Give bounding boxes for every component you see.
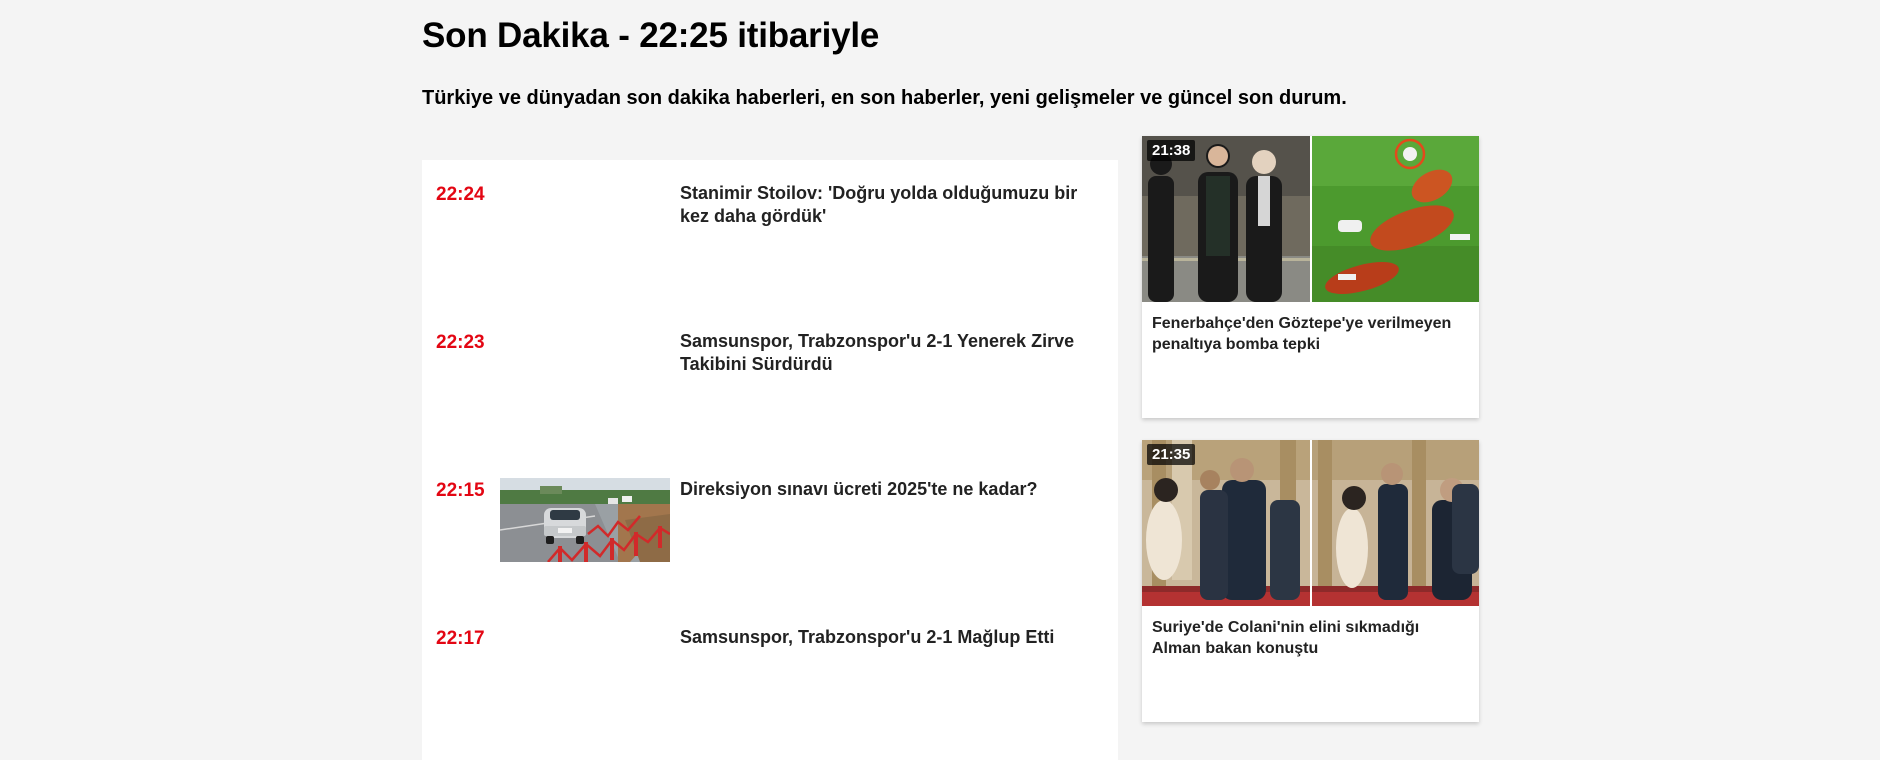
news-item[interactable]: 22:15 Direksiyon sınavı ücreti 2025'te n… (422, 456, 1118, 596)
side-news-card[interactable]: 21:38 Fenerbahçe'den Göztepe'ye verilmey… (1142, 136, 1479, 418)
card-time: 21:38 (1147, 140, 1196, 161)
page-title: Son Dakika - 22:25 itibariyle (422, 16, 880, 55)
news-headline[interactable]: Samsunspor, Trabzonspor'u 2-1 Yenerek Zi… (680, 330, 1092, 376)
news-item[interactable]: 22:17 Samsunspor, Trabzonspor'u 2-1 Mağl… (422, 604, 1118, 744)
news-time: 22:15 (436, 480, 485, 501)
news-item[interactable]: 22:23 Samsunspor, Trabzonspor'u 2-1 Yene… (422, 308, 1118, 448)
card-image[interactable]: 21:38 (1142, 136, 1479, 302)
news-time: 22:23 (436, 332, 485, 353)
news-time: 22:24 (436, 184, 485, 205)
news-headline[interactable]: Direksiyon sınavı ücreti 2025'te ne kada… (680, 478, 1092, 501)
card-title[interactable]: Suriye'de Colani'nin elini sıkmadığı Alm… (1152, 617, 1470, 659)
page-header: Son Dakika - 22:25 itibariyle Türkiye ve… (422, 14, 1482, 110)
card-image[interactable]: 21:35 (1142, 440, 1479, 606)
news-headline[interactable]: Stanimir Stoilov: 'Doğru yolda olduğumuz… (680, 182, 1092, 228)
news-headline[interactable]: Samsunspor, Trabzonspor'u 2-1 Mağlup Ett… (680, 626, 1092, 649)
card-time: 21:35 (1147, 444, 1196, 465)
driving-exam-thumbnail[interactable] (500, 478, 670, 562)
page-subtitle: Türkiye ve dünyadan son dakika haberleri… (422, 87, 1347, 109)
news-time: 22:17 (436, 628, 485, 649)
breaking-news-list: 22:24 Stanimir Stoilov: 'Doğru yolda old… (422, 160, 1118, 760)
card-title[interactable]: Fenerbahçe'den Göztepe'ye verilmeyen pen… (1152, 313, 1470, 355)
side-news-card[interactable]: 21:35 Suriye'de Colani'nin elini sıkmadı… (1142, 440, 1479, 722)
news-item[interactable]: 22:24 Stanimir Stoilov: 'Doğru yolda old… (422, 160, 1118, 300)
